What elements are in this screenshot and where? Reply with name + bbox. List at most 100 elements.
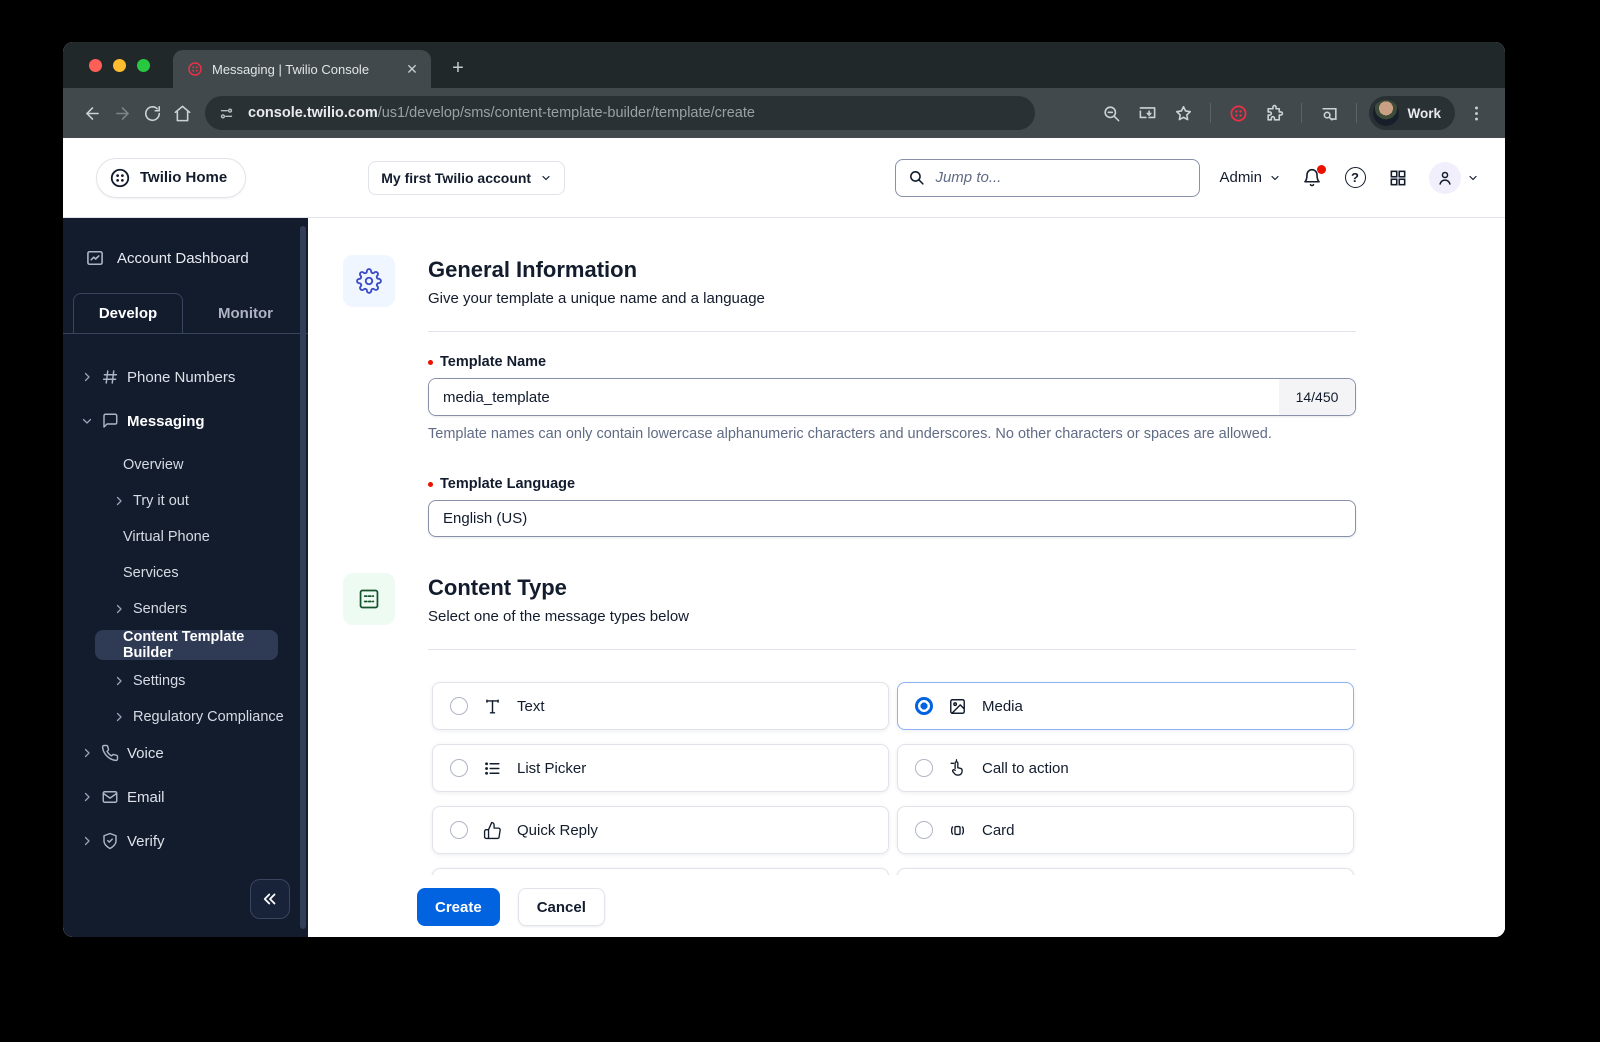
template-language-label: Template Language bbox=[428, 476, 1356, 492]
browser-tab[interactable]: Messaging | Twilio Console ✕ bbox=[173, 50, 431, 88]
bookmark-button[interactable] bbox=[1168, 98, 1198, 128]
sidebar-item-overview[interactable]: Overview bbox=[73, 450, 298, 480]
radio-text[interactable] bbox=[450, 697, 468, 715]
sidebar-item-verify[interactable]: Verify bbox=[73, 826, 298, 856]
services-label: Services bbox=[123, 565, 179, 581]
twilio-home-button[interactable]: Twilio Home bbox=[96, 157, 247, 198]
template-language-select[interactable]: English (US) bbox=[428, 500, 1356, 537]
tab-close-icon[interactable]: ✕ bbox=[403, 60, 421, 78]
install-app-button[interactable] bbox=[1132, 98, 1162, 128]
url-bar[interactable]: console.twilio.com/us1/develop/sms/conte… bbox=[205, 96, 1035, 130]
help-button[interactable]: ? bbox=[1343, 166, 1367, 190]
console-sidebar: Account Dashboard Develop Monitor Phone … bbox=[63, 218, 308, 937]
sidebar-item-settings[interactable]: Settings bbox=[73, 666, 298, 696]
general-info-tile bbox=[343, 255, 395, 307]
dashboard-chart-icon bbox=[87, 250, 103, 266]
section-divider bbox=[428, 649, 1356, 650]
chevron-right-icon bbox=[116, 496, 122, 506]
grid-icon bbox=[1390, 170, 1406, 185]
jump-to-input[interactable] bbox=[935, 169, 1188, 186]
site-settings-icon[interactable] bbox=[213, 100, 239, 126]
apps-grid-button[interactable] bbox=[1386, 166, 1410, 190]
screen-download-icon bbox=[1139, 106, 1156, 118]
back-arrow-icon bbox=[85, 106, 99, 120]
content-type-option-media[interactable]: Media bbox=[897, 682, 1354, 730]
content-type-option-call-to-action[interactable]: Call to action bbox=[897, 744, 1354, 792]
window-minimize-button[interactable] bbox=[113, 59, 126, 72]
sidebar-item-messaging[interactable]: Messaging bbox=[73, 406, 298, 436]
sidebar-collapse-button[interactable] bbox=[250, 879, 290, 919]
sidebar-item-try-it-out[interactable]: Try it out bbox=[73, 486, 298, 516]
radio-call-to-action[interactable] bbox=[915, 759, 933, 777]
tab-search-button[interactable] bbox=[1314, 98, 1344, 128]
general-information-title: General Information bbox=[428, 257, 638, 282]
sidebar-item-email[interactable]: Email bbox=[73, 782, 298, 812]
create-button[interactable]: Create bbox=[417, 888, 500, 926]
tab-develop[interactable]: Develop bbox=[73, 293, 183, 333]
chevron-down-icon bbox=[1469, 175, 1477, 180]
chevron-right-icon bbox=[84, 836, 90, 846]
option-label: Text bbox=[517, 697, 545, 715]
user-menu[interactable] bbox=[1429, 161, 1479, 194]
quick-reply-icon bbox=[483, 821, 501, 839]
content-type-option-list-picker[interactable]: List Picker bbox=[432, 744, 889, 792]
sidebar-scrollbar[interactable] bbox=[300, 226, 306, 929]
option-label: Quick Reply bbox=[517, 821, 598, 839]
virtual-phone-label: Virtual Phone bbox=[123, 529, 210, 545]
content-type-option-card[interactable]: Card bbox=[897, 806, 1354, 854]
radio-card[interactable] bbox=[915, 821, 933, 839]
sidebar-item-services[interactable]: Services bbox=[73, 558, 298, 588]
url-host: console.twilio.com bbox=[248, 105, 378, 121]
chevron-right-icon bbox=[84, 792, 90, 802]
browser-profile-chip[interactable]: Work bbox=[1369, 96, 1455, 130]
sidebar-item-senders[interactable]: Senders bbox=[73, 594, 298, 624]
content-type-tile bbox=[343, 573, 395, 625]
radio-list-picker[interactable] bbox=[450, 759, 468, 777]
new-tab-button[interactable]: + bbox=[445, 55, 471, 81]
admin-menu[interactable]: Admin bbox=[1219, 169, 1281, 186]
content-type-option-text[interactable]: Text bbox=[432, 682, 889, 730]
back-button[interactable] bbox=[77, 98, 107, 128]
forward-button[interactable] bbox=[107, 98, 137, 128]
sidebar-item-content-template-builder[interactable]: Content Template Builder bbox=[95, 629, 278, 661]
account-selector[interactable]: My first Twilio account bbox=[368, 160, 566, 195]
phone-icon bbox=[101, 744, 119, 762]
content-type-option-quick-reply[interactable]: Quick Reply bbox=[432, 806, 889, 854]
browser-toolbar: console.twilio.com/us1/develop/sms/conte… bbox=[63, 88, 1505, 138]
radio-media-checked[interactable] bbox=[915, 697, 933, 715]
sidebar-item-voice[interactable]: Voice bbox=[73, 738, 298, 768]
option-label: Call to action bbox=[982, 759, 1069, 777]
radio-quick-reply[interactable] bbox=[450, 821, 468, 839]
content-type-section: Content Type Select one of the message t… bbox=[308, 573, 1505, 916]
card-icon bbox=[950, 825, 965, 835]
chevron-right-icon bbox=[116, 676, 122, 686]
sidebar-item-phone-numbers[interactable]: Phone Numbers bbox=[73, 362, 298, 392]
zoom-button[interactable] bbox=[1096, 98, 1126, 128]
toolbar-separator bbox=[1356, 103, 1358, 123]
gear-icon bbox=[356, 268, 382, 294]
search-icon bbox=[910, 171, 925, 185]
sidebar-item-virtual-phone[interactable]: Virtual Phone bbox=[73, 522, 298, 552]
monitor-tab-label: Monitor bbox=[218, 304, 273, 322]
twilio-extension-icon[interactable] bbox=[1223, 98, 1253, 128]
jump-to-search[interactable] bbox=[895, 158, 1201, 197]
tab-search-icon bbox=[1322, 107, 1337, 121]
window-close-button[interactable] bbox=[89, 59, 102, 72]
sidebar-item-regulatory-compliance[interactable]: Regulatory Compliance bbox=[73, 702, 298, 732]
extensions-button[interactable] bbox=[1259, 98, 1289, 128]
browser-menu-button[interactable] bbox=[1461, 98, 1491, 128]
content-template-builder-label: Content Template Builder bbox=[123, 629, 245, 661]
sidebar-item-account-dashboard[interactable]: Account Dashboard bbox=[63, 218, 308, 268]
notifications-button[interactable] bbox=[1300, 164, 1326, 190]
window-zoom-button[interactable] bbox=[137, 59, 150, 72]
chevron-right-icon bbox=[84, 748, 90, 758]
sidebar-nav: Phone Numbers Messaging Overview Try it … bbox=[63, 334, 308, 856]
account-selector-label: My first Twilio account bbox=[381, 169, 532, 186]
cancel-button[interactable]: Cancel bbox=[517, 888, 605, 926]
envelope-icon bbox=[102, 791, 118, 803]
chevron-down-icon bbox=[542, 175, 550, 180]
tab-monitor[interactable]: Monitor bbox=[183, 293, 308, 333]
home-button[interactable] bbox=[167, 98, 197, 128]
template-name-input[interactable] bbox=[429, 379, 1279, 415]
reload-button[interactable] bbox=[137, 98, 167, 128]
